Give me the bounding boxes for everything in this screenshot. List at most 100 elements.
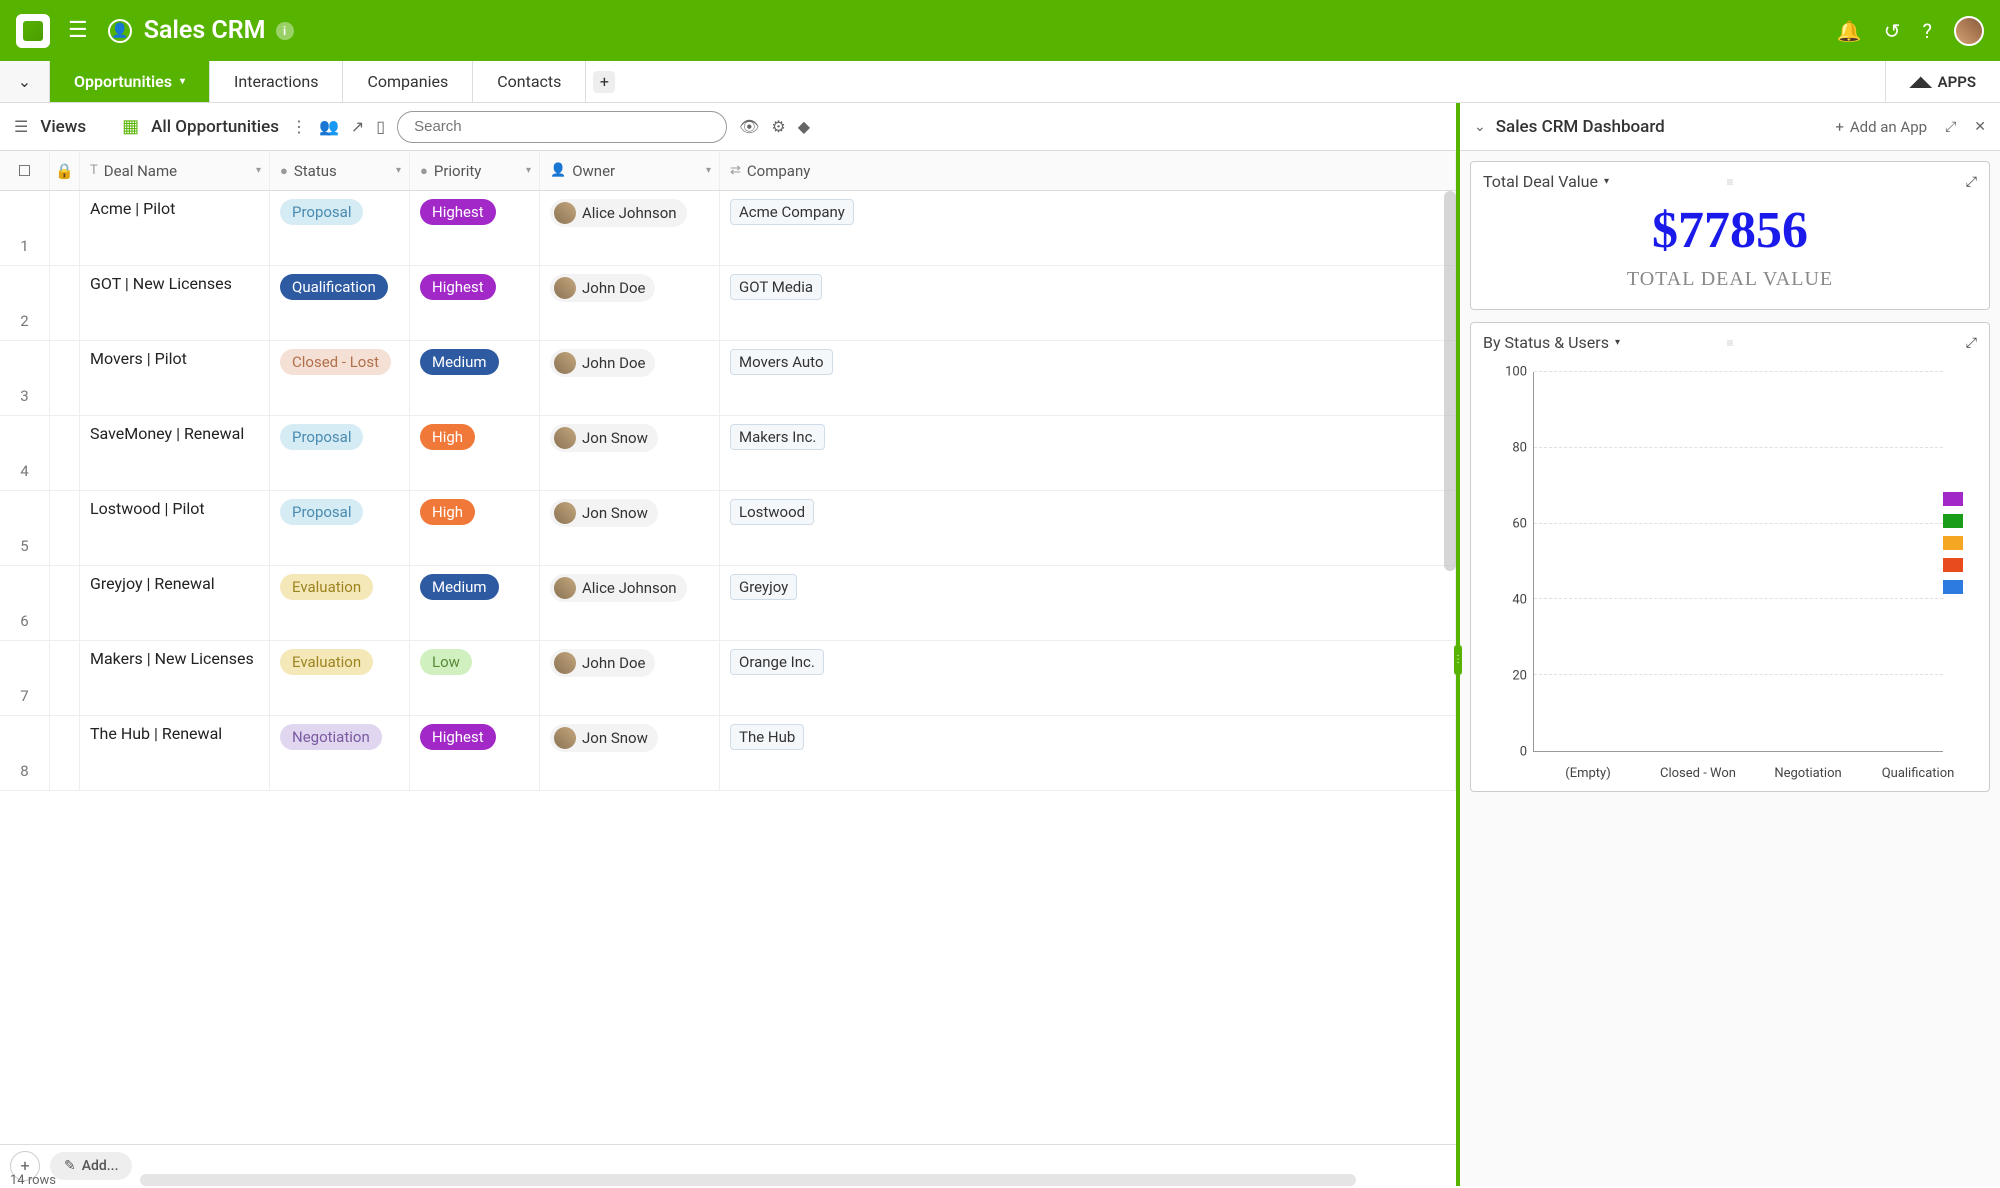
- cell-company[interactable]: GOT Media: [720, 266, 1456, 340]
- cell-owner[interactable]: Jon Snow: [540, 716, 720, 790]
- cell-deal-name[interactable]: SaveMoney | Renewal: [80, 416, 270, 490]
- chevron-down-icon[interactable]: ▾: [1615, 337, 1620, 348]
- filter-icon[interactable]: ⚙: [771, 117, 785, 136]
- paint-icon[interactable]: ◆: [798, 117, 810, 136]
- visibility-icon[interactable]: 👁: [739, 117, 759, 136]
- drag-handle-icon[interactable]: ≡: [1726, 336, 1733, 350]
- search-input-wrapper[interactable]: [397, 111, 727, 143]
- cell-status[interactable]: Proposal: [270, 191, 410, 265]
- cell-priority[interactable]: High: [410, 491, 540, 565]
- kpi-title[interactable]: Total Deal Value: [1483, 172, 1598, 191]
- cell-owner[interactable]: Alice Johnson: [540, 566, 720, 640]
- layout-icon[interactable]: ▯: [376, 117, 385, 136]
- table-row[interactable]: 1Acme | PilotProposalHighestAlice Johnso…: [0, 191, 1456, 266]
- cell-deal-name[interactable]: The Hub | Renewal: [80, 716, 270, 790]
- table-row[interactable]: 5Lostwood | PilotProposalHighJon SnowLos…: [0, 491, 1456, 566]
- cell-owner[interactable]: Jon Snow: [540, 491, 720, 565]
- cell-owner[interactable]: Jon Snow: [540, 416, 720, 490]
- top-bar: ☰ 👤 Sales CRM i 🔔 ↺ ?: [0, 0, 2000, 61]
- cell-company[interactable]: Orange Inc.: [720, 641, 1456, 715]
- apps-button[interactable]: ◢◣ APPS: [1885, 61, 2000, 102]
- col-deal-name[interactable]: TDeal Name▾: [80, 151, 270, 190]
- col-status[interactable]: ●Status▾: [270, 151, 410, 190]
- history-icon[interactable]: ↺: [1884, 19, 1901, 43]
- cell-owner[interactable]: Alice Johnson: [540, 191, 720, 265]
- cell-owner[interactable]: John Doe: [540, 641, 720, 715]
- cell-deal-name[interactable]: Greyjoy | Renewal: [80, 566, 270, 640]
- horizontal-scrollbar[interactable]: [140, 1174, 1356, 1186]
- drag-handle-icon[interactable]: ≡: [1726, 175, 1733, 189]
- table-row[interactable]: 7 Makers | New LicensesEvaluationLowJohn …: [0, 641, 1456, 716]
- cell-status[interactable]: Proposal: [270, 416, 410, 490]
- cell-company[interactable]: Acme Company: [720, 191, 1456, 265]
- cell-company[interactable]: The Hub: [720, 716, 1456, 790]
- cell-deal-name[interactable]: Acme | Pilot: [80, 191, 270, 265]
- cell-company[interactable]: Greyjoy: [720, 566, 1456, 640]
- app-logo[interactable]: [16, 14, 50, 48]
- table-row[interactable]: 6Greyjoy | RenewalEvaluationMediumAlice …: [0, 566, 1456, 641]
- add-menu-button[interactable]: ✎ Add...: [50, 1152, 132, 1180]
- table-row[interactable]: 4SaveMoney | RenewalProposalHighJon Snow…: [0, 416, 1456, 491]
- cell-owner[interactable]: John Doe: [540, 266, 720, 340]
- cell-priority[interactable]: High: [410, 416, 540, 490]
- cell-company[interactable]: Lostwood: [720, 491, 1456, 565]
- chevron-down-icon[interactable]: ▾: [1604, 176, 1609, 187]
- table-row[interactable]: 3Movers | PilotClosed - LostMediumJohn D…: [0, 341, 1456, 416]
- close-panel-icon[interactable]: ✕: [1974, 119, 1986, 135]
- cell-priority[interactable]: Highest: [410, 191, 540, 265]
- cell-deal-name[interactable]: Lostwood | Pilot: [80, 491, 270, 565]
- expand-card-icon[interactable]: ⤢: [1966, 335, 1977, 351]
- cell-status[interactable]: Evaluation: [270, 566, 410, 640]
- cell-deal-name[interactable]: Makers | New Licenses: [80, 641, 270, 715]
- workspace-icon[interactable]: 👤: [108, 19, 132, 43]
- collapse-panel-icon[interactable]: ⌄: [1474, 119, 1486, 135]
- col-priority[interactable]: ●Priority▾: [410, 151, 540, 190]
- table-row[interactable]: 8The Hub | RenewalNegotiationHighestJon …: [0, 716, 1456, 791]
- expand-panel-icon[interactable]: ⤢: [1945, 119, 1956, 135]
- col-owner[interactable]: 👤Owner▾: [540, 151, 720, 190]
- views-menu-icon[interactable]: ☰: [14, 117, 28, 136]
- row-number: 7: [0, 641, 50, 715]
- user-avatar[interactable]: [1954, 16, 1984, 46]
- add-tab-button[interactable]: +: [593, 71, 615, 93]
- cell-status[interactable]: Evaluation: [270, 641, 410, 715]
- cell-deal-name[interactable]: GOT | New Licenses: [80, 266, 270, 340]
- tab-companies[interactable]: Companies: [343, 61, 473, 102]
- chart-title[interactable]: By Status & Users: [1483, 333, 1609, 352]
- menu-icon[interactable]: ☰: [68, 18, 88, 43]
- table-row[interactable]: 2GOT | New LicensesQualificationHighestJ…: [0, 266, 1456, 341]
- cell-priority[interactable]: Medium: [410, 341, 540, 415]
- cell-priority[interactable]: Low: [410, 641, 540, 715]
- help-icon[interactable]: ?: [1923, 19, 1932, 43]
- share-users-icon[interactable]: 👥: [319, 117, 339, 136]
- tab-opportunities[interactable]: Opportunities▾: [50, 61, 210, 102]
- cell-priority[interactable]: Highest: [410, 716, 540, 790]
- views-label[interactable]: Views: [40, 117, 86, 137]
- vertical-scrollbar[interactable]: [1444, 191, 1456, 571]
- tab-interactions[interactable]: Interactions: [210, 61, 343, 102]
- cell-company[interactable]: Movers Auto: [720, 341, 1456, 415]
- add-app-button[interactable]: +Add an App: [1835, 118, 1927, 136]
- expand-card-icon[interactable]: ⤢: [1966, 174, 1977, 190]
- select-all-checkbox[interactable]: ☐: [0, 151, 50, 190]
- y-tick: 80: [1512, 441, 1527, 456]
- cell-status[interactable]: Closed - Lost: [270, 341, 410, 415]
- search-input[interactable]: [414, 118, 710, 135]
- col-company[interactable]: ⇄Company: [720, 151, 1456, 190]
- tab-dropdown-toggle[interactable]: ⌄: [0, 61, 50, 102]
- cell-deal-name[interactable]: Movers | Pilot: [80, 341, 270, 415]
- cell-owner[interactable]: John Doe: [540, 341, 720, 415]
- info-icon[interactable]: i: [276, 22, 294, 40]
- tab-contacts[interactable]: Contacts: [473, 61, 586, 102]
- split-handle[interactable]: [1454, 645, 1462, 675]
- export-icon[interactable]: ↗: [351, 117, 364, 136]
- cell-priority[interactable]: Medium: [410, 566, 540, 640]
- cell-status[interactable]: Negotiation: [270, 716, 410, 790]
- view-more-icon[interactable]: ⋮: [291, 117, 307, 136]
- cell-company[interactable]: Makers Inc.: [720, 416, 1456, 490]
- view-name[interactable]: All Opportunities: [151, 117, 279, 137]
- cell-status[interactable]: Proposal: [270, 491, 410, 565]
- notifications-icon[interactable]: 🔔: [1837, 19, 1862, 43]
- cell-status[interactable]: Qualification: [270, 266, 410, 340]
- cell-priority[interactable]: Highest: [410, 266, 540, 340]
